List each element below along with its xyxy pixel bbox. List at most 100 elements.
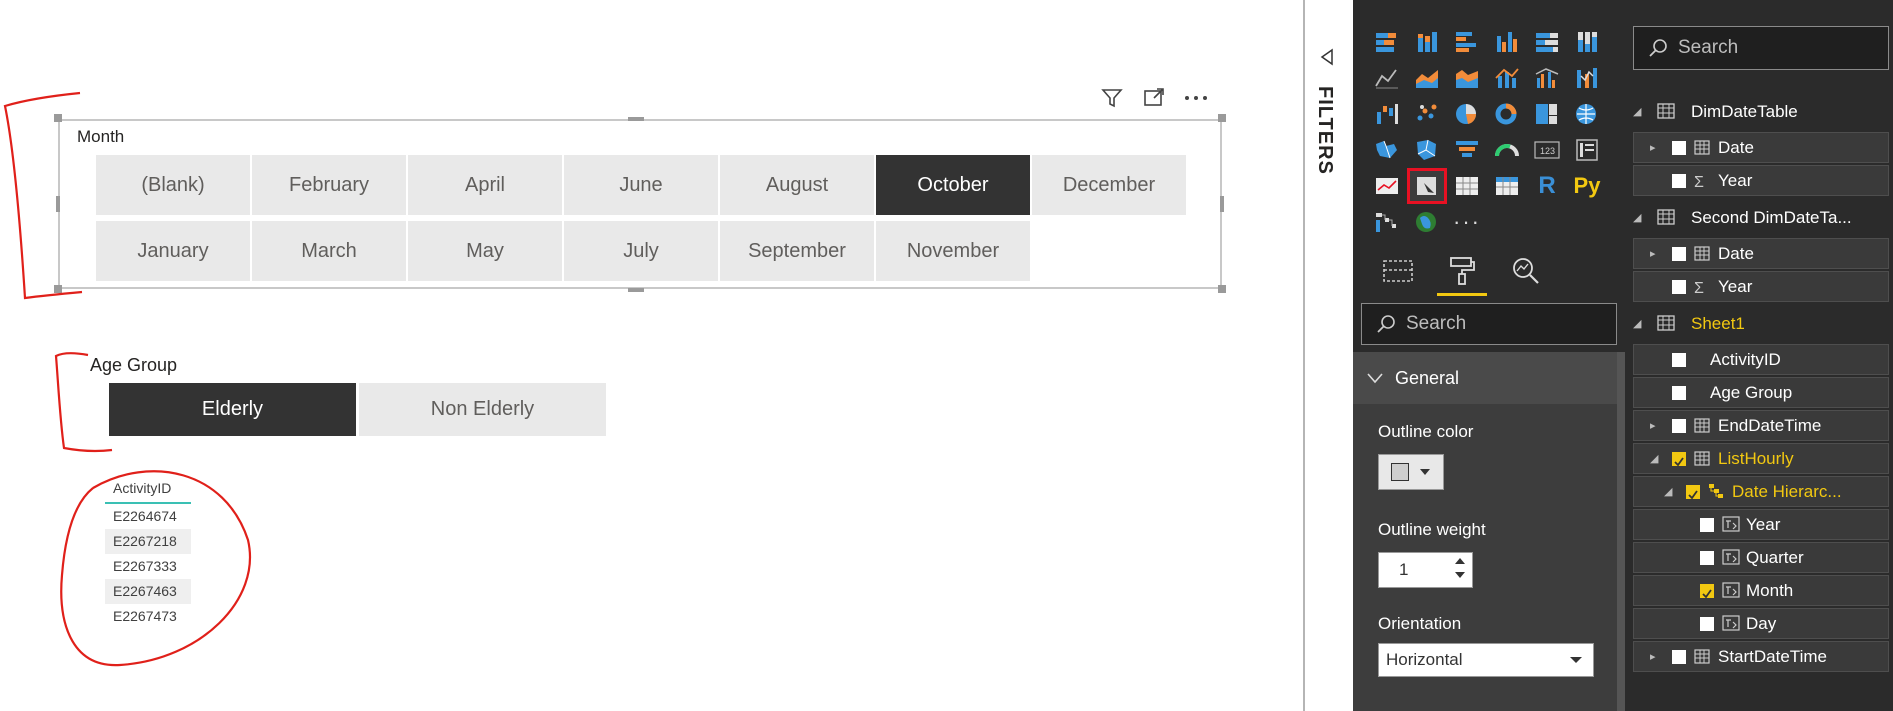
- line-chart-icon[interactable]: [1367, 60, 1407, 96]
- shape-map-icon[interactable]: [1407, 132, 1447, 168]
- field-checkbox[interactable]: [1700, 518, 1714, 532]
- month-tile[interactable]: July: [564, 221, 718, 281]
- line-and-stacked-column-icon[interactable]: [1487, 60, 1527, 96]
- gauge-icon[interactable]: [1487, 132, 1527, 168]
- matrix-visual-icon[interactable]: [1487, 168, 1527, 204]
- field-checkbox[interactable]: [1672, 280, 1686, 294]
- field-checkbox[interactable]: [1700, 584, 1714, 599]
- field-row[interactable]: Age Group: [1633, 377, 1889, 408]
- r-visual-icon[interactable]: R: [1527, 168, 1567, 204]
- resize-handle[interactable]: [1218, 285, 1226, 293]
- stacked-bar-chart-icon[interactable]: [1367, 24, 1407, 60]
- multi-row-card-icon[interactable]: [1567, 132, 1607, 168]
- field-row[interactable]: Month: [1633, 575, 1889, 606]
- spin-down-icon[interactable]: [1454, 571, 1466, 579]
- stacked-column-chart-icon[interactable]: [1407, 24, 1447, 60]
- resize-handle[interactable]: [628, 117, 644, 121]
- field-table-row[interactable]: ◢ Sheet1: [1625, 304, 1893, 344]
- resize-handle[interactable]: [56, 196, 60, 212]
- collapse-triangle-icon[interactable]: ◢: [1633, 211, 1641, 224]
- treemap-icon[interactable]: [1527, 96, 1567, 132]
- filters-pane-label[interactable]: FILTERS: [1313, 86, 1336, 175]
- fields-search-input[interactable]: Search: [1633, 26, 1889, 70]
- 100-stacked-column-chart-icon[interactable]: [1567, 24, 1607, 60]
- orientation-dropdown[interactable]: Horizontal: [1378, 643, 1594, 677]
- collapse-triangle-icon[interactable]: ◢: [1633, 105, 1641, 118]
- field-table-row[interactable]: ◢ DimDateTable: [1625, 92, 1893, 132]
- outline-color-picker[interactable]: [1378, 454, 1444, 490]
- slicer-icon[interactable]: [1407, 168, 1447, 204]
- resize-handle[interactable]: [1218, 114, 1226, 122]
- funnel-chart-icon[interactable]: [1447, 132, 1487, 168]
- field-checkbox[interactable]: [1672, 353, 1686, 367]
- field-row[interactable]: ▸ Date: [1633, 132, 1889, 163]
- table-visual-icon[interactable]: [1447, 168, 1487, 204]
- month-tile[interactable]: (Blank): [96, 155, 250, 215]
- python-visual-icon[interactable]: Py: [1567, 168, 1607, 204]
- month-tile[interactable]: May: [408, 221, 562, 281]
- map-icon[interactable]: [1567, 96, 1607, 132]
- field-checkbox[interactable]: [1672, 452, 1686, 467]
- collapse-triangle-icon[interactable]: ◢: [1633, 317, 1641, 330]
- field-row[interactable]: Year: [1633, 509, 1889, 540]
- month-tile[interactable]: June: [564, 155, 718, 215]
- field-row[interactable]: Day: [1633, 608, 1889, 639]
- month-tile[interactable]: February: [252, 155, 406, 215]
- donut-chart-icon[interactable]: [1487, 96, 1527, 132]
- outline-weight-input[interactable]: 1: [1378, 552, 1473, 588]
- general-section-header[interactable]: General: [1353, 352, 1617, 404]
- format-tab[interactable]: [1437, 246, 1487, 296]
- decomposition-tree-icon[interactable]: [1367, 204, 1407, 240]
- resize-handle[interactable]: [628, 288, 644, 292]
- expand-triangle-icon[interactable]: ▸: [1650, 247, 1656, 260]
- month-tile[interactable]: December: [1032, 155, 1186, 215]
- more-options-icon[interactable]: [1184, 86, 1208, 110]
- kpi-icon[interactable]: [1367, 168, 1407, 204]
- field-row[interactable]: ▸ Date: [1633, 238, 1889, 269]
- month-tile[interactable]: January: [96, 221, 250, 281]
- expand-triangle-icon[interactable]: ▸: [1650, 650, 1656, 663]
- field-checkbox[interactable]: [1672, 650, 1686, 664]
- globe-map-icon[interactable]: [1407, 204, 1447, 240]
- filled-map-icon[interactable]: [1367, 132, 1407, 168]
- 100-stacked-bar-chart-icon[interactable]: [1527, 24, 1567, 60]
- field-checkbox[interactable]: [1672, 247, 1686, 261]
- line-and-clustered-column-icon[interactable]: [1527, 60, 1567, 96]
- collapse-triangle-icon[interactable]: ◢: [1664, 485, 1672, 498]
- field-checkbox[interactable]: [1672, 174, 1686, 188]
- format-scrollbar[interactable]: [1617, 352, 1625, 711]
- resize-handle[interactable]: [54, 285, 62, 293]
- weight-spinner[interactable]: [1454, 557, 1466, 579]
- field-row[interactable]: Σ Year: [1633, 165, 1889, 196]
- spin-up-icon[interactable]: [1454, 557, 1466, 565]
- more-visuals-icon[interactable]: ···: [1447, 204, 1487, 240]
- field-row[interactable]: ▸ EndDateTime: [1633, 410, 1889, 441]
- field-row[interactable]: ▸ StartDateTime: [1633, 641, 1889, 672]
- resize-handle[interactable]: [54, 114, 62, 122]
- fields-tab[interactable]: [1373, 246, 1423, 296]
- field-checkbox[interactable]: [1686, 485, 1700, 500]
- scatter-chart-icon[interactable]: [1407, 96, 1447, 132]
- field-row[interactable]: Quarter: [1633, 542, 1889, 573]
- collapse-arrow-icon[interactable]: [1318, 48, 1336, 71]
- age-tile-selected[interactable]: Elderly: [109, 383, 356, 436]
- month-tile[interactable]: April: [408, 155, 562, 215]
- resize-handle[interactable]: [1220, 196, 1224, 212]
- format-search-input[interactable]: Search: [1361, 303, 1617, 345]
- activity-table[interactable]: ActivityID E2264674 E2267218 E2267333 E2…: [105, 477, 191, 629]
- field-checkbox[interactable]: [1672, 386, 1686, 400]
- waterfall-chart-icon[interactable]: [1367, 96, 1407, 132]
- card-icon[interactable]: 123: [1527, 132, 1567, 168]
- ribbon-chart-icon[interactable]: [1567, 60, 1607, 96]
- area-chart-icon[interactable]: [1407, 60, 1447, 96]
- expand-triangle-icon[interactable]: ▸: [1650, 419, 1656, 432]
- field-row[interactable]: ◢ ListHourly: [1633, 443, 1889, 474]
- clustered-column-chart-icon[interactable]: [1487, 24, 1527, 60]
- month-tile[interactable]: March: [252, 221, 406, 281]
- focus-mode-icon[interactable]: [1142, 86, 1166, 110]
- field-row[interactable]: Σ Year: [1633, 271, 1889, 302]
- table-column-header[interactable]: ActivityID: [105, 477, 191, 504]
- pie-chart-icon[interactable]: [1447, 96, 1487, 132]
- field-row[interactable]: ActivityID: [1633, 344, 1889, 375]
- collapse-triangle-icon[interactable]: ◢: [1650, 452, 1658, 465]
